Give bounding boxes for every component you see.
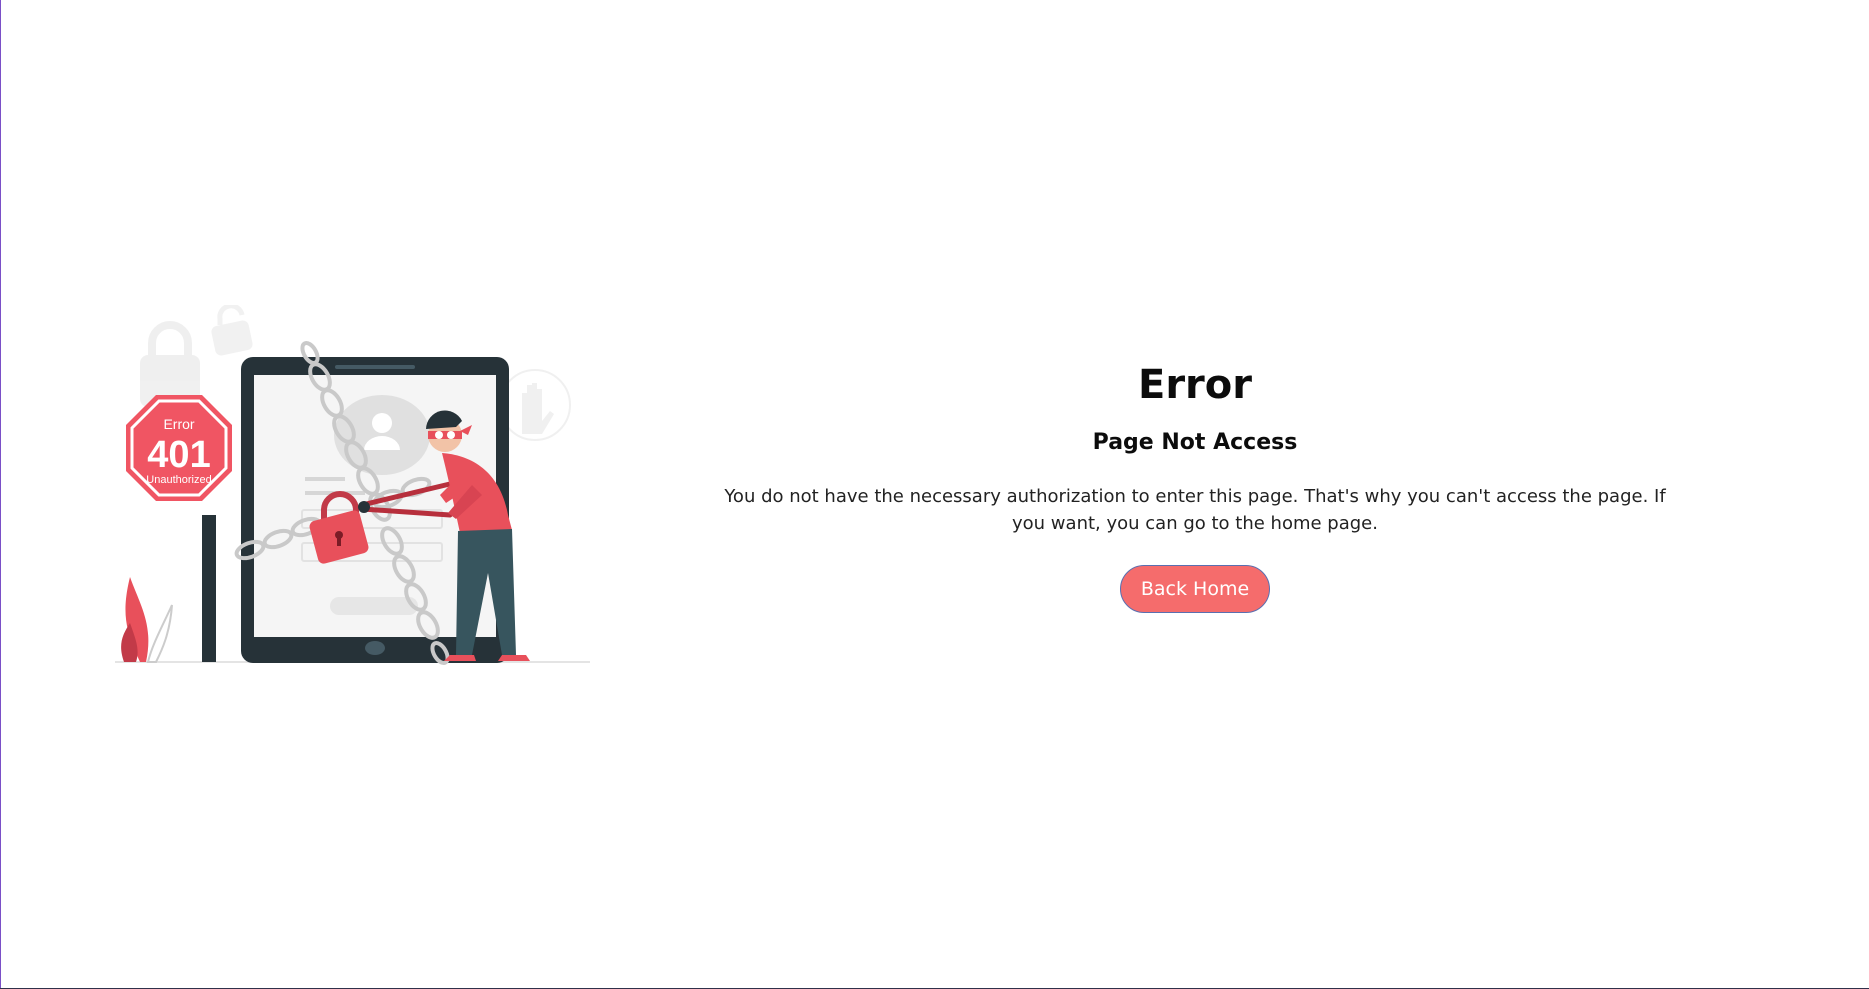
plant-icon xyxy=(121,577,173,663)
window-left-border xyxy=(0,0,1,989)
sign-error-label: Error xyxy=(163,416,194,432)
error-content: Error Page Not Access You do not have th… xyxy=(700,355,1690,613)
error-401-sign: Error 401 Unauthorized xyxy=(126,395,232,501)
unauthorized-illustration: Error 401 Unauthorized xyxy=(110,305,600,675)
error-message: You do not have the necessary authorizat… xyxy=(724,486,1666,534)
background-hand-icon xyxy=(499,369,571,441)
page-title: Error xyxy=(1138,362,1252,408)
page-subtitle: Page Not Access xyxy=(1092,430,1298,455)
sign-unauthorized-label: Unauthorized xyxy=(146,474,211,486)
background-padlock-small-icon xyxy=(211,305,253,356)
back-home-button[interactable]: Back Home xyxy=(1119,565,1271,613)
sign-code-label: 401 xyxy=(147,434,210,476)
sign-pole-icon xyxy=(202,515,216,662)
background-padlock-icon xyxy=(140,321,200,407)
